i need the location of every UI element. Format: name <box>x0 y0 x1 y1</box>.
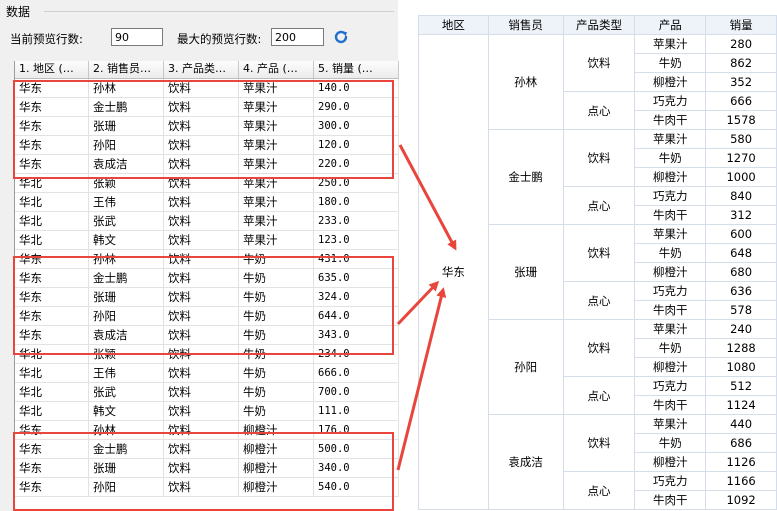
arrow-from-apple-juice <box>398 144 457 251</box>
arrow-from-milk <box>396 280 440 326</box>
arrows-overlay <box>396 144 457 471</box>
